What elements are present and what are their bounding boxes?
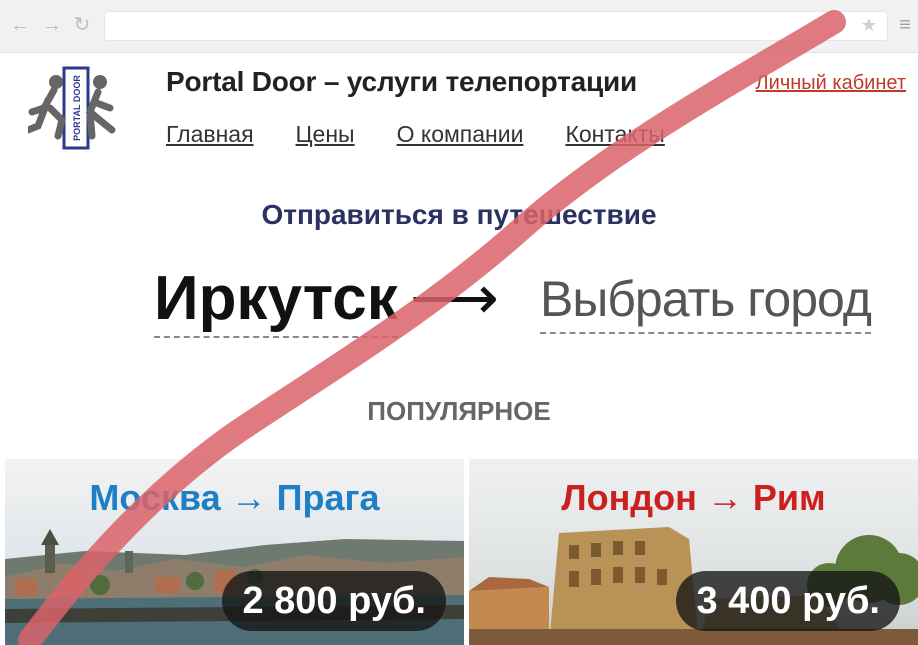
card-london-rome[interactable]: Лондон → Рим 3 400 руб. bbox=[469, 459, 918, 645]
star-icon[interactable]: ★ bbox=[861, 15, 877, 36]
reload-icon[interactable]: ↻ bbox=[72, 13, 92, 37]
route-arrow-icon: ⟶ bbox=[410, 264, 499, 333]
nav-home[interactable]: Главная bbox=[166, 121, 254, 148]
site-title: Portal Door – услуги телепортации bbox=[166, 66, 638, 97]
card-title: Москва → Прага bbox=[89, 477, 380, 518]
card-moscow-prague[interactable]: Москва → Прага 2 800 руб. bbox=[5, 459, 464, 645]
popular-heading: ПОПУЛЯРНОЕ bbox=[367, 396, 551, 426]
nav-about[interactable]: О компании bbox=[397, 121, 524, 148]
main-nav: Главная Цены О компании Контакты bbox=[166, 121, 665, 148]
section-title: Отправиться в путешествие bbox=[261, 199, 657, 230]
choose-city[interactable]: Выбрать город bbox=[540, 266, 872, 334]
account-link[interactable]: Личный кабинет bbox=[756, 72, 906, 95]
menu-icon[interactable]: ≡ bbox=[896, 13, 914, 37]
address-bar[interactable]: ★ bbox=[104, 11, 888, 41]
forward-icon[interactable]: → bbox=[42, 13, 62, 37]
logo-text: PORTAL DOOR bbox=[72, 75, 82, 141]
price-badge: 2 800 руб. bbox=[222, 571, 446, 631]
browser-toolbar: ← → ↻ ★ ≡ bbox=[0, 0, 918, 53]
from-city[interactable]: Иркутск bbox=[154, 262, 398, 338]
card-title: Лондон → Рим bbox=[561, 477, 826, 518]
route-selector: Иркутск ⟶ Выбрать город bbox=[0, 262, 918, 352]
price-badge: 3 400 руб. bbox=[676, 571, 900, 631]
back-icon[interactable]: ← bbox=[10, 13, 30, 37]
nav-prices[interactable]: Цены bbox=[296, 121, 355, 148]
nav-contacts[interactable]: Контакты bbox=[565, 121, 664, 148]
portal-door-logo[interactable]: PORTAL DOOR bbox=[28, 64, 120, 150]
